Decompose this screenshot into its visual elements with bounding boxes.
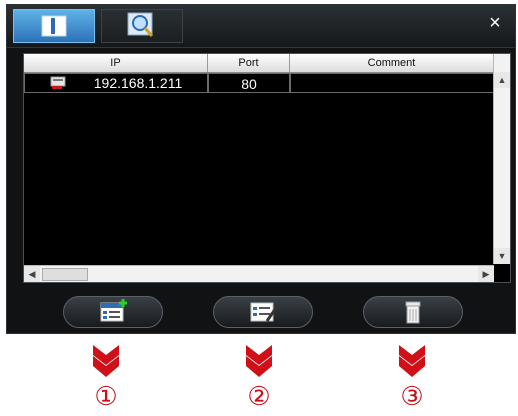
column-header-port[interactable]: Port — [208, 54, 290, 72]
scroll-down-arrow-icon[interactable]: ▼ — [494, 248, 510, 264]
info-icon — [41, 15, 67, 37]
scroll-right-arrow-icon[interactable]: ▶ — [478, 266, 494, 282]
arrow-down-icon — [399, 345, 425, 377]
marker-2: ② — [247, 382, 271, 412]
add-list-icon — [100, 299, 127, 322]
marker-3: ③ — [400, 382, 424, 412]
trash-icon — [405, 301, 421, 324]
device-icon — [50, 76, 66, 89]
marker-1: ① — [94, 382, 118, 412]
add-device-button[interactable] — [63, 296, 163, 328]
table-row[interactable]: 192.168.1.211 80 — [24, 73, 494, 93]
column-header-comment[interactable]: Comment — [290, 54, 494, 72]
title-bar: × — [7, 5, 515, 48]
scroll-thumb[interactable] — [42, 268, 88, 281]
port-cell: 80 — [208, 73, 290, 93]
ip-value: 192.168.1.211 — [93, 75, 183, 91]
device-list[interactable]: IP Port Comment 192.168.1.211 80 ▲ ▼ ◀ ▶ — [23, 53, 511, 283]
scroll-up-arrow-icon[interactable]: ▲ — [494, 72, 510, 88]
ip-cell: 192.168.1.211 — [24, 73, 208, 93]
table-header: IP Port Comment — [24, 54, 494, 73]
horizontal-scrollbar[interactable]: ◀ ▶ — [24, 265, 494, 282]
arrow-down-icon — [246, 345, 272, 377]
tab-search[interactable] — [101, 9, 183, 43]
vertical-scrollbar[interactable]: ▲ ▼ — [493, 54, 510, 264]
tab-info[interactable] — [13, 9, 95, 43]
edit-list-icon — [250, 302, 280, 322]
delete-device-button[interactable] — [363, 296, 463, 328]
edit-device-button[interactable] — [213, 296, 313, 328]
column-header-ip[interactable]: IP — [24, 54, 208, 72]
scroll-left-arrow-icon[interactable]: ◀ — [24, 266, 40, 282]
search-icon — [127, 12, 154, 37]
arrow-down-icon — [93, 345, 119, 377]
close-button[interactable]: × — [483, 11, 507, 35]
device-list-window: × IP Port Comment 192.168.1.211 80 ▲ ▼ ◀… — [6, 4, 516, 334]
comment-cell — [290, 73, 494, 93]
